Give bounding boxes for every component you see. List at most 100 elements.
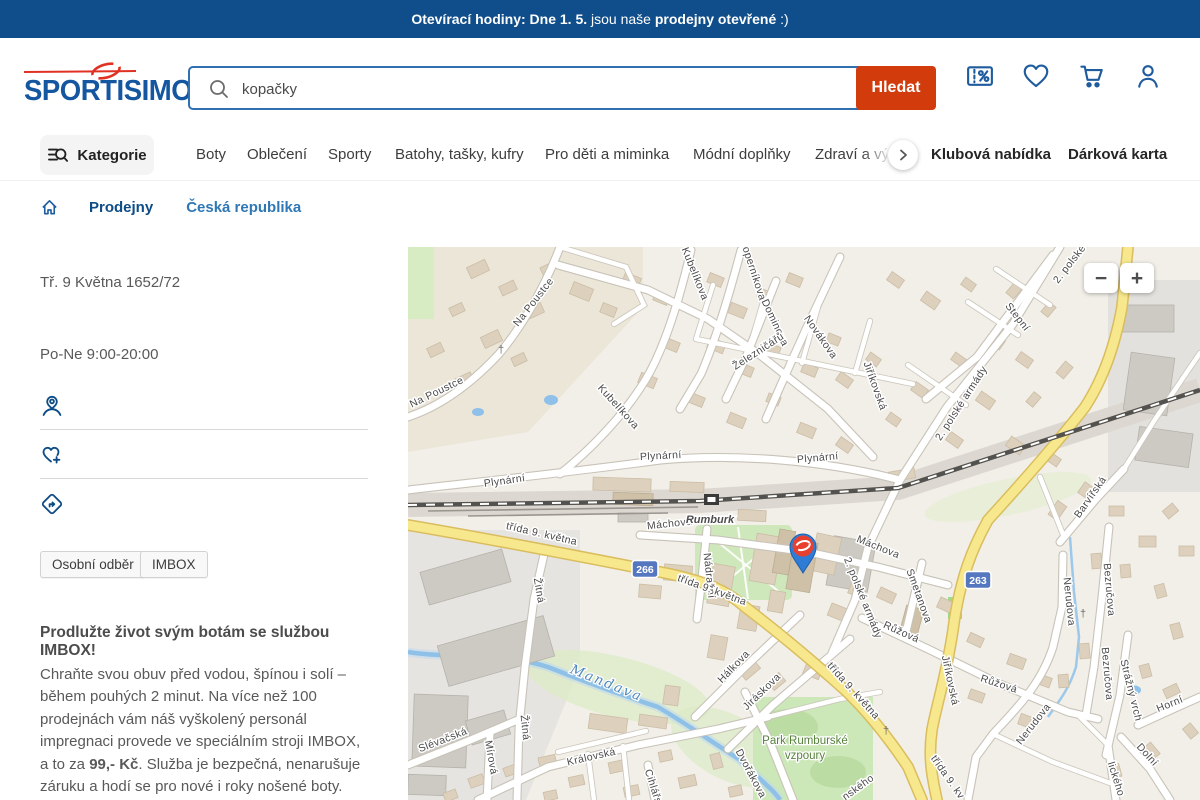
- account-user-icon[interactable]: [1133, 61, 1163, 91]
- directions-icon[interactable]: [40, 492, 64, 516]
- map-building: [1090, 552, 1103, 570]
- banner-bold-1: Otevírací hodiny: Dne 1. 5.: [411, 11, 588, 27]
- map-building: [1025, 391, 1042, 408]
- map-building: [1169, 621, 1184, 641]
- svg-text:266: 266: [636, 564, 654, 576]
- nav-scroll-right-button[interactable]: [888, 140, 918, 170]
- home-icon[interactable]: [40, 198, 59, 217]
- map-building: [1138, 662, 1153, 680]
- map-building: [657, 749, 674, 763]
- search-button[interactable]: Hledat: [856, 66, 936, 110]
- map-street-label: Koperníkova: [737, 247, 768, 302]
- map-building: [1057, 673, 1070, 689]
- map-building: [966, 631, 985, 649]
- map-building: [960, 276, 977, 293]
- map-zoom-out-button[interactable]: −: [1084, 263, 1118, 293]
- store-map[interactable]: † † † Na Poustce Na Poustce Kubelíkova Kubelík…: [408, 247, 1200, 800]
- banner-bold-2: prodejny otevřené: [654, 11, 777, 27]
- sportisimo-logo[interactable]: SPORTISIMO: [24, 58, 193, 108]
- map-building: [727, 301, 748, 320]
- search-input[interactable]: [240, 68, 844, 110]
- map-zoom-in-button[interactable]: +: [1120, 263, 1154, 293]
- main-navigation: Kategorie Boty Oblečení Sporty Batohy, t…: [0, 130, 1200, 181]
- map-building: [967, 688, 986, 704]
- map-street-label: Bezručova: [1099, 647, 1116, 701]
- breadcrumb-ceska-republika[interactable]: Česká republika: [186, 199, 301, 216]
- store-opening-hours: Po-Ne 9:00-20:00: [40, 346, 159, 363]
- map-church-cross: †: [883, 725, 889, 737]
- nav-item-sporty[interactable]: Sporty: [328, 146, 371, 163]
- promo-banner: Otevírací hodiny: Dne 1. 5. jsou naše pr…: [0, 0, 1200, 38]
- map-building: [706, 634, 729, 661]
- map-street-label: Plynární: [640, 449, 682, 463]
- nav-item-boty[interactable]: Boty: [196, 146, 226, 163]
- store-detail-panel: Tř. 9 Května 1652/72 Po-Ne 9:00-20:00 Os…: [40, 274, 372, 800]
- nav-item-modni-doplnky[interactable]: Módní doplňky: [693, 146, 791, 163]
- svg-text:263: 263: [969, 575, 987, 587]
- nav-item-batohy[interactable]: Batohy, tašky, kufry: [395, 146, 524, 163]
- voucher-icon[interactable]: [965, 61, 995, 91]
- banner-text-1: jsou naše: [587, 11, 655, 27]
- map-street-label: Cihlářská: [642, 768, 668, 800]
- map-building: [408, 773, 447, 797]
- map-building: [1161, 502, 1180, 520]
- map-building: [737, 508, 767, 523]
- map-building: [1119, 304, 1175, 333]
- banner-text-2: :): [776, 11, 789, 27]
- map-church-cross: †: [1080, 608, 1086, 620]
- nav-item-darkova-karta[interactable]: Dárková karta: [1068, 146, 1167, 163]
- map-canvas: †††Na PoustceNa PoustceKubelíkovaKubelík…: [408, 247, 1200, 800]
- tag-imbox[interactable]: IMBOX: [140, 551, 208, 578]
- panel-divider: [40, 478, 368, 479]
- map-building: [567, 774, 586, 788]
- categories-button-label: Kategorie: [77, 146, 147, 164]
- map-building: [1119, 563, 1132, 579]
- map-building: [974, 390, 997, 411]
- imbox-description: Chraňte svou obuv před vodou, špínou i s…: [40, 664, 372, 798]
- map-building: [1078, 642, 1091, 660]
- wishlist-heart-icon[interactable]: [1021, 61, 1051, 91]
- map-park-label: Park Rumburské: [762, 735, 848, 747]
- nav-item-pro-deti[interactable]: Pro děti a miminka: [545, 146, 669, 163]
- map-building: [1138, 535, 1157, 548]
- map-building: [1006, 652, 1027, 671]
- map-station-label: Rumburk: [686, 514, 735, 526]
- nav-item-klubova-nabidka[interactable]: Klubová nabídka: [931, 146, 1051, 163]
- site-header: SPORTISIMO Hledat: [0, 38, 1200, 130]
- map-building: [677, 773, 698, 790]
- store-address: Tř. 9 Května 1652/72: [40, 274, 181, 291]
- cart-icon[interactable]: [1077, 61, 1107, 91]
- chevron-right-icon: [900, 149, 907, 161]
- categories-menu-icon: [48, 148, 69, 162]
- nav-item-obleceni[interactable]: Oblečení: [247, 146, 307, 163]
- map-building: [726, 411, 747, 430]
- imbox-price: 99,- Kč: [89, 755, 139, 773]
- map-building: [669, 480, 705, 494]
- tag-osobni-odber[interactable]: Osobní odběr: [40, 551, 146, 578]
- map-building: [1055, 360, 1074, 380]
- map-building: [785, 272, 804, 288]
- map-park-label: vzpoury: [785, 750, 826, 762]
- map-street-label: Plynární: [483, 472, 526, 490]
- map-building: [796, 421, 817, 440]
- map-street-label: Růžová: [979, 673, 1019, 696]
- imbox-heading: Prodlužte život svým botám se službou IM…: [40, 624, 330, 659]
- store-location-icon[interactable]: [40, 394, 64, 418]
- map-building: [1153, 582, 1168, 600]
- categories-button[interactable]: Kategorie: [40, 135, 154, 175]
- map-building: [875, 586, 898, 605]
- map-building: [885, 411, 902, 428]
- map-zoom-controls: − +: [1084, 263, 1154, 293]
- map-building: [727, 784, 744, 798]
- map-building: [592, 476, 652, 493]
- favorite-store-heart-plus-icon[interactable]: [40, 443, 64, 467]
- search-bar: Hledat: [188, 66, 936, 110]
- map-building: [1181, 722, 1200, 740]
- map-building: [542, 789, 559, 800]
- breadcrumb-prodejny[interactable]: Prodejny: [89, 199, 153, 216]
- map-building: [638, 583, 662, 600]
- map-building: [1108, 505, 1125, 517]
- breadcrumb: Prodejny Česká republika: [40, 196, 301, 218]
- map-building: [919, 290, 942, 311]
- nav-item-zdravi[interactable]: Zdraví a výživa: [815, 146, 887, 163]
